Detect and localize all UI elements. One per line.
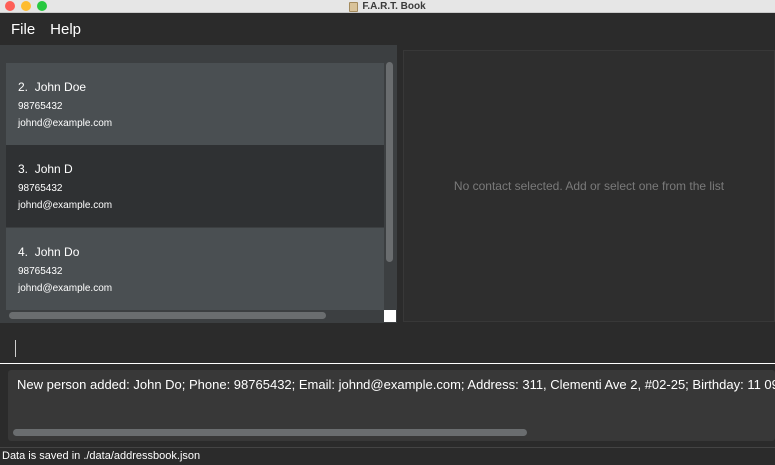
command-box [0,331,775,364]
person-index: 3. [18,162,29,176]
text-caret [15,340,16,357]
app-book-icon [349,1,359,12]
status-bar: Data is saved in ./data/addressbook.json [0,447,775,465]
person-email: johnd@example.com [18,200,113,211]
person-name-text: John D [34,162,73,176]
person-email: johnd@example.com [18,118,113,129]
window-titlebar: F.A.R.T. Book [0,0,775,13]
scrollbar-corner [384,310,396,322]
person-email: johnd@example.com [18,283,113,294]
person-phone: 98765432 [18,266,63,277]
result-horizontal-scrollbar-thumb[interactable] [13,429,527,436]
person-list[interactable]: 2. John Doe 98765432 johnd@example.com 3… [6,50,384,315]
result-message: New person added: John Do; Phone: 987654… [17,377,775,392]
save-location-status: Data is saved in ./data/addressbook.json [2,450,201,462]
person-name-text: John Do [34,245,80,259]
person-name-text: John Doe [34,80,87,94]
list-horizontal-scrollbar-thumb[interactable] [9,312,326,319]
result-display[interactable]: New person added: John Do; Phone: 987654… [8,370,775,441]
person-name: 3. John D [18,161,384,177]
window-title: F.A.R.T. Book [0,0,775,13]
menu-file[interactable]: File [11,21,35,38]
person-index: 4. [18,245,29,259]
no-contact-placeholder: No contact selected. Add or select one f… [453,179,725,193]
person-phone: 98765432 [18,183,63,194]
person-phone: 98765432 [18,101,63,112]
person-index: 2. [18,80,29,94]
person-list-panel: 2. John Doe 98765432 johnd@example.com 3… [0,45,397,323]
command-input[interactable] [8,333,768,359]
contact-detail-panel: No contact selected. Add or select one f… [403,50,775,322]
person-name: 4. John Do [18,244,384,260]
person-name: 2. John Doe [18,79,384,95]
menu-help[interactable]: Help [50,21,81,38]
person-card[interactable]: 2. John Doe 98765432 johnd@example.com [6,63,384,145]
person-card[interactable]: 3. John D 98765432 johnd@example.com [6,145,384,227]
list-vertical-scrollbar-thumb[interactable] [386,62,393,262]
window-title-text: F.A.R.T. Book [362,1,426,12]
menu-bar: File Help [0,14,775,45]
person-card[interactable]: 4. John Do 98765432 johnd@example.com [6,228,384,310]
